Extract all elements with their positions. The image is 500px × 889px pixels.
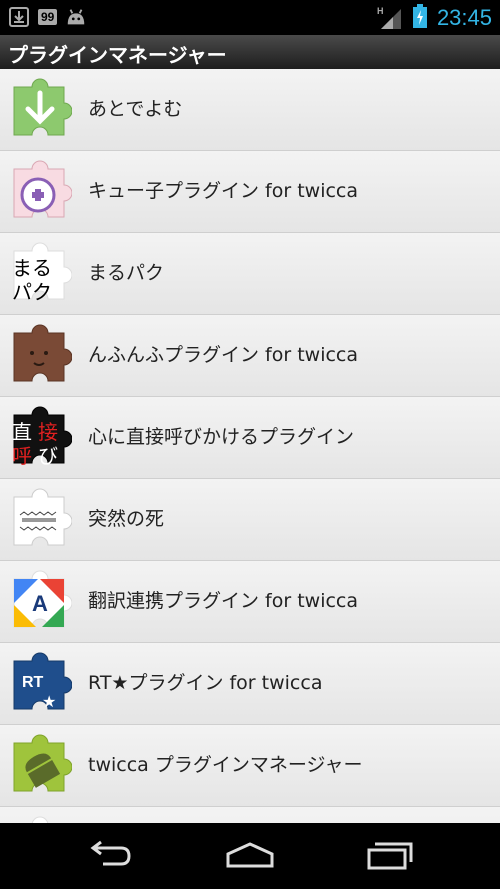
- recents-button[interactable]: [360, 837, 420, 877]
- svg-text:RT: RT: [22, 674, 44, 691]
- notification-icons: 99: [8, 7, 87, 27]
- list-item[interactable]: まる パク まるパク: [0, 233, 500, 315]
- plugin-label: キュー子プラグイン for twicca: [88, 180, 359, 202]
- puzzle-pink-purple-icon: [8, 159, 73, 223]
- list-item[interactable]: A 翻訳連携プラグイン for twicca: [0, 561, 500, 643]
- recents-icon: [365, 840, 415, 874]
- plugin-label: んふんふプラグイン for twicca: [88, 344, 359, 366]
- battery-icon: [412, 4, 427, 32]
- plugin-list[interactable]: あとでよむ キュー子プラグイン for twicca まる パク まるパク んふ…: [0, 69, 500, 823]
- svg-text:直: 直: [12, 420, 32, 444]
- android-icon: [65, 7, 87, 27]
- status-bar: 99 H 23:45: [0, 0, 500, 35]
- list-item[interactable]: あとでよむ: [0, 69, 500, 151]
- system-icons: H 23:45: [377, 4, 492, 32]
- plugin-label: 翻訳連携プラグイン for twicca: [88, 590, 359, 612]
- list-item[interactable]: twicca プラグインマネージャー: [0, 725, 500, 807]
- puzzle-partial-icon: [8, 815, 72, 823]
- svg-text:接: 接: [38, 420, 58, 444]
- list-item[interactable]: 直 接 呼 び 心に直接呼びかけるプラグイン: [0, 397, 500, 479]
- plugin-label: RT★プラグイン for twicca: [88, 672, 323, 694]
- back-icon: [85, 840, 135, 874]
- plugin-label: あとでよむ: [88, 98, 183, 120]
- navigation-bar: [0, 823, 500, 889]
- list-item[interactable]: キュー子プラグイン for twicca: [0, 151, 500, 233]
- svg-text:び: び: [38, 444, 58, 468]
- download-icon: [8, 7, 30, 27]
- signal-icon: H: [377, 6, 403, 30]
- list-item[interactable]: RT ★ RT★プラグイン for twicca: [0, 643, 500, 725]
- list-item[interactable]: 突然の死: [0, 479, 500, 561]
- home-icon: [224, 840, 276, 874]
- puzzle-white-sudden-death-icon: [8, 487, 73, 551]
- badge-icon: 99: [38, 9, 58, 25]
- puzzle-blue-rt-icon: RT ★: [8, 651, 73, 715]
- plugin-label: twicca プラグインマネージャー: [88, 754, 363, 776]
- puzzle-green-android-icon: [8, 733, 73, 797]
- action-bar: プラグインマネージャー: [0, 35, 500, 70]
- plugin-label: まるパク: [88, 262, 165, 284]
- puzzle-green-down-arrow-icon: [8, 77, 73, 141]
- svg-text:呼: 呼: [12, 444, 32, 468]
- puzzle-text-marupaku-icon: まる パク: [8, 241, 73, 305]
- clock: 23:45: [436, 5, 492, 30]
- svg-text:まる: まる: [12, 256, 52, 280]
- back-button[interactable]: [80, 837, 140, 877]
- list-item[interactable]: んふんふプラグイン for twicca: [0, 315, 500, 397]
- list-item[interactable]: [0, 807, 500, 823]
- svg-text:★: ★: [42, 692, 56, 711]
- puzzle-brown-face-icon: [8, 323, 73, 387]
- plugin-label: 心に直接呼びかけるプラグイン: [88, 426, 355, 448]
- puzzle-translate-icon: A: [8, 569, 73, 633]
- page-title: プラグインマネージャー: [8, 43, 227, 67]
- svg-text:A: A: [32, 591, 48, 616]
- puzzle-black-kanji-icon: 直 接 呼 び: [8, 405, 73, 469]
- plugin-label: 突然の死: [88, 508, 165, 530]
- home-button[interactable]: [220, 837, 280, 877]
- svg-text:パク: パク: [12, 280, 52, 304]
